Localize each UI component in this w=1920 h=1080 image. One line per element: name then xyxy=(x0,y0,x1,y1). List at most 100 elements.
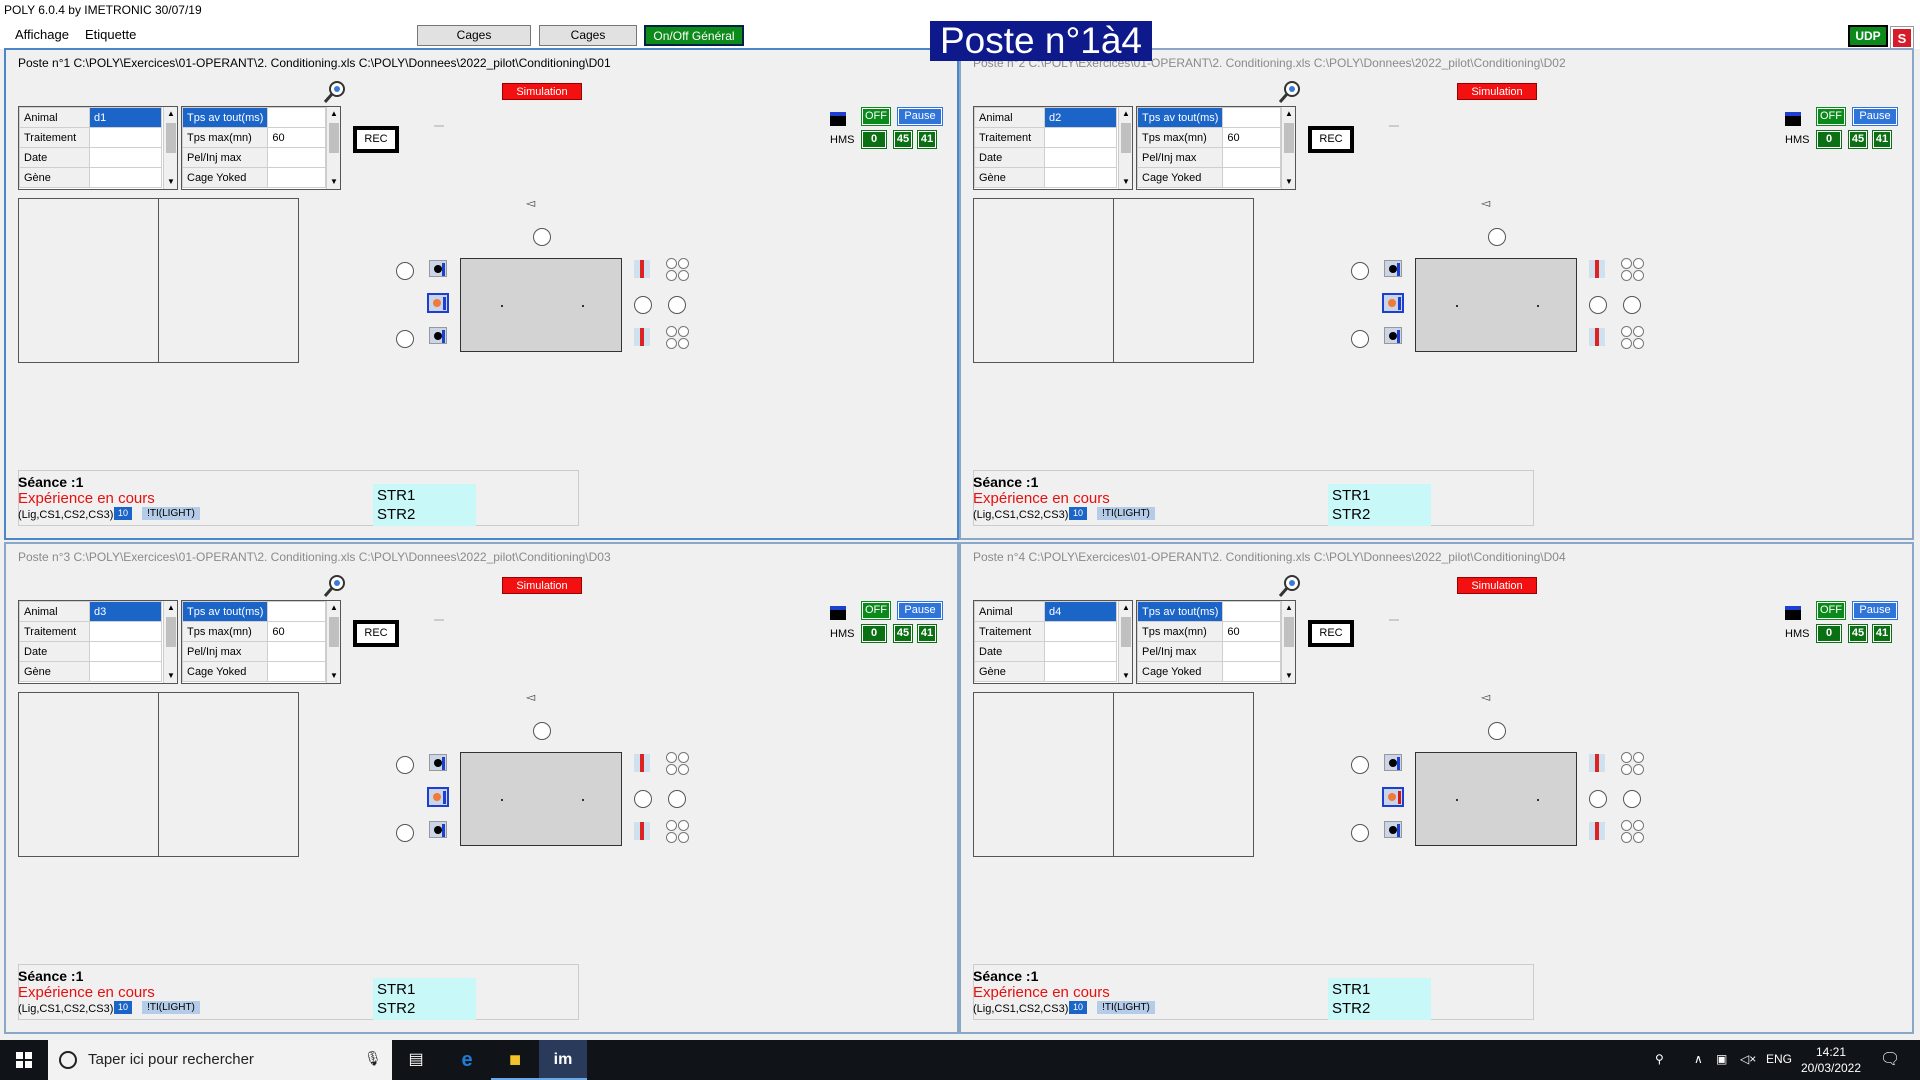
scroll-thumb[interactable] xyxy=(1121,617,1131,647)
scroll-up-icon[interactable]: ▲ xyxy=(1282,107,1296,121)
simulation-button[interactable]: Simulation xyxy=(1457,83,1537,100)
tps-max-value[interactable]: 60 xyxy=(267,127,327,148)
menu-affichage[interactable]: Affichage xyxy=(15,27,69,42)
taskbar-clock[interactable]: 14:21 20/03/2022 xyxy=(1798,1044,1864,1076)
off-button[interactable]: OFF xyxy=(1816,107,1846,126)
scroll-thumb[interactable] xyxy=(329,123,339,153)
grid-scrollbar[interactable]: ▲ ▼ xyxy=(1118,107,1132,189)
scroll-down-icon[interactable]: ▼ xyxy=(1119,669,1133,683)
simulation-button[interactable]: Simulation xyxy=(502,83,582,100)
task-view-icon[interactable]: ▤ xyxy=(392,1040,440,1080)
rec-button[interactable]: REC xyxy=(353,620,399,647)
udp-badge[interactable]: UDP xyxy=(1848,25,1888,47)
magnifier-icon[interactable] xyxy=(323,80,347,104)
next-cages-button[interactable]: Cages suivantes xyxy=(539,25,637,60)
magnifier-icon[interactable] xyxy=(1278,574,1302,598)
scroll-down-icon[interactable]: ▼ xyxy=(327,669,341,683)
date-value[interactable] xyxy=(89,147,162,168)
pause-button[interactable]: Pause xyxy=(1852,601,1898,620)
rec-button[interactable]: REC xyxy=(1308,620,1354,647)
rec-button[interactable]: REC xyxy=(1308,126,1354,153)
language-indicator[interactable]: ENG xyxy=(1766,1052,1792,1066)
pel-inj-max-value[interactable] xyxy=(267,641,327,662)
scroll-down-icon[interactable]: ▼ xyxy=(1282,669,1296,683)
off-button[interactable]: OFF xyxy=(861,601,891,620)
pel-inj-max-value[interactable] xyxy=(1222,641,1282,662)
file-explorer-icon[interactable]: ■ xyxy=(491,1040,539,1080)
people-icon[interactable]: ⚲ xyxy=(1655,1052,1664,1066)
params-grid[interactable]: Tps av tout(ms) Tps max(mn) 60 Pel/Inj ma… xyxy=(1136,106,1296,190)
taskbar-search[interactable]: Taper ici pour rechercher 🎙 xyxy=(48,1040,392,1080)
params-grid[interactable]: Tps av tout(ms) Tps max(mn) 60 Pel/Inj ma… xyxy=(181,106,341,190)
traitement-value[interactable] xyxy=(89,127,162,148)
scroll-up-icon[interactable]: ▲ xyxy=(327,107,341,121)
grid-scrollbar[interactable]: ▲ ▼ xyxy=(326,107,340,189)
edge-icon[interactable]: e xyxy=(443,1040,491,1080)
volume-icon[interactable]: ◁× xyxy=(1740,1052,1756,1066)
network-icon[interactable]: ▣ xyxy=(1716,1052,1727,1066)
animal-grid[interactable]: Animal d3 Traitement Date Gène ▲ ▼ xyxy=(18,600,178,684)
animal-grid[interactable]: Animal d2 Traitement Date Gène ▲ ▼ xyxy=(973,106,1133,190)
tray-chevron-icon[interactable]: ∧ xyxy=(1694,1052,1703,1066)
gene-value[interactable] xyxy=(1044,661,1117,682)
rec-button[interactable]: REC xyxy=(353,126,399,153)
gene-value[interactable] xyxy=(1044,167,1117,188)
date-value[interactable] xyxy=(89,641,162,662)
animal-grid[interactable]: Animal d4 Traitement Date Gène ▲ ▼ xyxy=(973,600,1133,684)
scroll-thumb[interactable] xyxy=(1121,123,1131,153)
magnifier-icon[interactable] xyxy=(323,574,347,598)
prev-cages-button[interactable]: Cages précédentes xyxy=(417,25,531,60)
pel-inj-max-value[interactable] xyxy=(1222,147,1282,168)
tps-av-tout-value[interactable] xyxy=(1222,107,1282,128)
scroll-down-icon[interactable]: ▼ xyxy=(164,669,178,683)
gene-value[interactable] xyxy=(89,661,162,682)
scroll-up-icon[interactable]: ▲ xyxy=(327,601,341,615)
scroll-up-icon[interactable]: ▲ xyxy=(1119,601,1133,615)
off-button[interactable]: OFF xyxy=(861,107,891,126)
animal-grid[interactable]: Animal d1 Traitement Date Gène ▲ ▼ xyxy=(18,106,178,190)
date-value[interactable] xyxy=(1044,147,1117,168)
scroll-up-icon[interactable]: ▲ xyxy=(164,107,178,121)
off-button[interactable]: OFF xyxy=(1816,601,1846,620)
microphone-icon[interactable]: 🎙 xyxy=(364,1050,382,1067)
pause-button[interactable]: Pause xyxy=(897,601,943,620)
scroll-down-icon[interactable]: ▼ xyxy=(1282,175,1296,189)
grid-scrollbar[interactable]: ▲ ▼ xyxy=(1118,601,1132,683)
tps-max-value[interactable]: 60 xyxy=(267,621,327,642)
date-value[interactable] xyxy=(1044,641,1117,662)
params-grid[interactable]: Tps av tout(ms) Tps max(mn) 60 Pel/Inj ma… xyxy=(1136,600,1296,684)
notification-icon[interactable]: 🗨 xyxy=(1880,1049,1900,1069)
grid-scrollbar[interactable]: ▲ ▼ xyxy=(1281,601,1295,683)
pel-inj-max-value[interactable] xyxy=(267,147,327,168)
scroll-thumb[interactable] xyxy=(329,617,339,647)
scroll-thumb[interactable] xyxy=(166,123,176,153)
windows-start-icon[interactable] xyxy=(0,1040,48,1080)
menu-etiquette[interactable]: Etiquette xyxy=(85,27,136,42)
s-badge[interactable]: S xyxy=(1890,26,1914,50)
params-grid[interactable]: Tps av tout(ms) Tps max(mn) 60 Pel/Inj ma… xyxy=(181,600,341,684)
scroll-thumb[interactable] xyxy=(1284,617,1294,647)
scroll-up-icon[interactable]: ▲ xyxy=(1119,107,1133,121)
traitement-value[interactable] xyxy=(89,621,162,642)
scroll-down-icon[interactable]: ▼ xyxy=(164,175,178,189)
grid-scrollbar[interactable]: ▲ ▼ xyxy=(326,601,340,683)
traitement-value[interactable] xyxy=(1044,127,1117,148)
animal-value[interactable]: d3 xyxy=(89,601,162,622)
scroll-up-icon[interactable]: ▲ xyxy=(1282,601,1296,615)
magnifier-icon[interactable] xyxy=(1278,80,1302,104)
onoff-general-button[interactable]: On/Off Général xyxy=(644,25,744,46)
cage-yoked-value[interactable] xyxy=(267,167,327,188)
gene-value[interactable] xyxy=(89,167,162,188)
scroll-thumb[interactable] xyxy=(166,617,176,647)
cage-yoked-value[interactable] xyxy=(1222,167,1282,188)
grid-scrollbar[interactable]: ▲ ▼ xyxy=(1281,107,1295,189)
traitement-value[interactable] xyxy=(1044,621,1117,642)
grid-scrollbar[interactable]: ▲ ▼ xyxy=(163,107,177,189)
grid-scrollbar[interactable]: ▲ ▼ xyxy=(163,601,177,683)
cage-yoked-value[interactable] xyxy=(267,661,327,682)
scroll-down-icon[interactable]: ▼ xyxy=(1119,175,1133,189)
scroll-thumb[interactable] xyxy=(1284,123,1294,153)
pause-button[interactable]: Pause xyxy=(897,107,943,126)
tps-av-tout-value[interactable] xyxy=(1222,601,1282,622)
animal-value[interactable]: d1 xyxy=(89,107,162,128)
